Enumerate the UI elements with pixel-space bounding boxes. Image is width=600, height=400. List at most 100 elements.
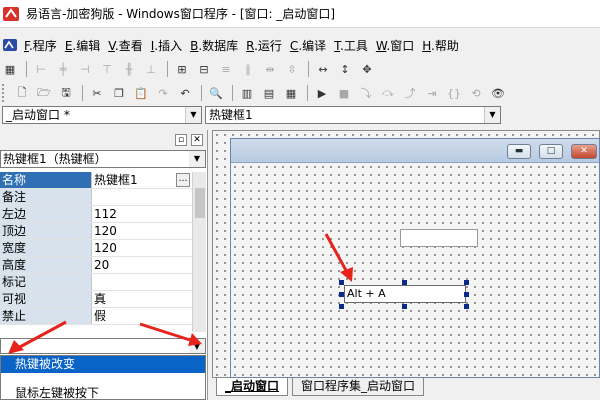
property-row[interactable]: 禁止 假 [0,308,206,325]
resize-handle[interactable] [402,304,407,309]
step-out-icon[interactable]: ⤴ [400,84,420,102]
center-horizontal-icon[interactable]: ⊞ [172,60,192,78]
menu-help[interactable]: H.帮助 [418,37,463,54]
program-selector[interactable]: _启动窗口 * ▼ [2,106,202,124]
cut-icon[interactable]: ✂ [87,84,107,102]
resize-handle[interactable] [339,292,344,297]
menu-insert[interactable]: I.插入 [147,37,186,54]
toolbar-separator [308,61,309,77]
resize-handle[interactable] [339,304,344,309]
breakpoint-icon[interactable]: {} [444,84,464,102]
property-value[interactable]: 真 [92,291,206,307]
property-row[interactable]: 高度 20 [0,257,206,274]
menu-run[interactable]: R.运行 [242,37,286,54]
step-into-icon[interactable]: ⤵ [356,84,376,102]
property-value[interactable] [92,274,206,290]
event-item-left-mouse-down[interactable]: 鼠标左键被按下 [1,385,205,400]
menu-program[interactable]: F.程序 [20,37,61,54]
component-selector[interactable]: 热键框1 ▼ [205,106,501,124]
align-top-icon[interactable]: ⊤ [97,60,117,78]
property-row[interactable]: 顶边 120 [0,223,206,240]
run-to-cursor-icon[interactable]: ⇥ [422,84,442,102]
space-vertical-icon[interactable]: ∥ [238,60,258,78]
property-row[interactable]: 标记 [0,274,206,291]
property-name: 名称 [0,172,92,188]
toolbar-grip[interactable] [2,84,8,102]
grid-icon[interactable]: ▦ [0,60,20,78]
property-scrollbar[interactable] [192,172,206,332]
property-value[interactable]: 112 [92,206,206,222]
event-selector[interactable]: ▼ [0,338,206,354]
align-left-icon[interactable]: ⊢ [31,60,51,78]
scrollbar-thumb[interactable] [195,188,205,218]
designed-window-caption[interactable]: ▬ □ ✕ [231,139,599,163]
menu-tools[interactable]: T.工具 [330,37,372,54]
stop-icon[interactable]: ■ [334,84,354,102]
object-selector[interactable]: 热键框1（热键框） ▼ [0,150,206,168]
property-value[interactable]: 假 [92,308,206,324]
space-even-h-icon[interactable]: ⇹ [260,60,280,78]
property-value[interactable]: 120 [92,223,206,239]
space-even-v-icon[interactable]: ⇳ [282,60,302,78]
property-row[interactable]: 备注 [0,189,206,206]
align-middle-icon[interactable]: ╫ [119,60,139,78]
watch-icon[interactable]: ⟲ [466,84,486,102]
tab-window-module[interactable]: 窗口程序集_启动窗口 [292,378,425,396]
redo-icon[interactable]: ↷ [153,84,173,102]
ellipsis-button[interactable]: … [176,173,190,187]
open-folder-icon[interactable]: 🗁 [34,84,54,102]
property-row[interactable]: 宽度 120 [0,240,206,257]
same-size-icon[interactable]: ✥ [357,60,377,78]
event-item-hotkey-changed[interactable]: 热键被改变 [1,356,205,373]
menu-database[interactable]: B.数据库 [186,37,242,54]
align-center-icon[interactable]: ╪ [53,60,73,78]
undo-icon[interactable]: ↶ [175,84,195,102]
property-row[interactable]: 名称 热键框1 … [0,172,206,189]
align-right-icon[interactable]: ⊣ [75,60,95,78]
maximize-icon[interactable]: □ [539,144,563,159]
space-horizontal-icon[interactable]: ≡ [216,60,236,78]
close-icon[interactable]: ✕ [191,134,203,146]
resize-handle[interactable] [464,292,469,297]
chevron-down-icon[interactable]: ▼ [484,107,500,123]
property-row[interactable]: 可视 真 [0,291,206,308]
minimize-icon[interactable]: ▬ [507,144,531,159]
close-icon[interactable]: ✕ [571,144,597,159]
menu-view[interactable]: V.查看 [104,37,147,54]
pin-icon[interactable]: ▫ [175,134,187,146]
hotkey-box-control[interactable]: Alt + A [344,285,466,303]
step-over-icon[interactable]: ⤼ [378,84,398,102]
resize-handle[interactable] [339,280,344,285]
chevron-down-icon[interactable]: ▼ [189,339,205,353]
save-icon[interactable]: 🖫 [56,84,76,102]
menu-window[interactable]: W.窗口 [372,37,418,54]
property-row[interactable]: 左边 112 [0,206,206,223]
chevron-down-icon[interactable]: ▼ [189,151,205,167]
new-file-icon[interactable]: 🗋 [12,84,32,102]
copy-icon[interactable]: ❐ [109,84,129,102]
same-width-icon[interactable]: ↔ [313,60,333,78]
tab-startup-window[interactable]: _启动窗口 [216,378,289,396]
layout-1-icon[interactable]: ▥ [237,84,257,102]
align-bottom-icon[interactable]: ⊥ [141,60,161,78]
find-icon[interactable]: 🔍 [206,84,226,102]
property-value[interactable]: 120 [92,240,206,256]
layout-2-icon[interactable]: ▤ [259,84,279,102]
menu-edit[interactable]: E.编辑 [61,37,104,54]
center-vertical-icon[interactable]: ⊟ [194,60,214,78]
menu-compile[interactable]: C.编译 [286,37,330,54]
property-value[interactable]: 20 [92,257,206,273]
run-icon[interactable]: ▶ [312,84,332,102]
property-value[interactable] [92,189,206,205]
resize-handle[interactable] [402,280,407,285]
binoculars-icon[interactable]: 👁 [488,84,508,102]
edit-box-control[interactable] [400,229,478,247]
same-height-icon[interactable]: ↕ [335,60,355,78]
paste-icon[interactable]: 📋 [131,84,151,102]
chevron-down-icon[interactable]: ▼ [185,107,201,123]
resize-handle[interactable] [464,280,469,285]
resize-handle[interactable] [464,304,469,309]
layout-3-icon[interactable]: ▦ [281,84,301,102]
property-value[interactable]: 热键框1 … [92,172,206,188]
designed-window[interactable]: ▬ □ ✕ [230,138,600,378]
